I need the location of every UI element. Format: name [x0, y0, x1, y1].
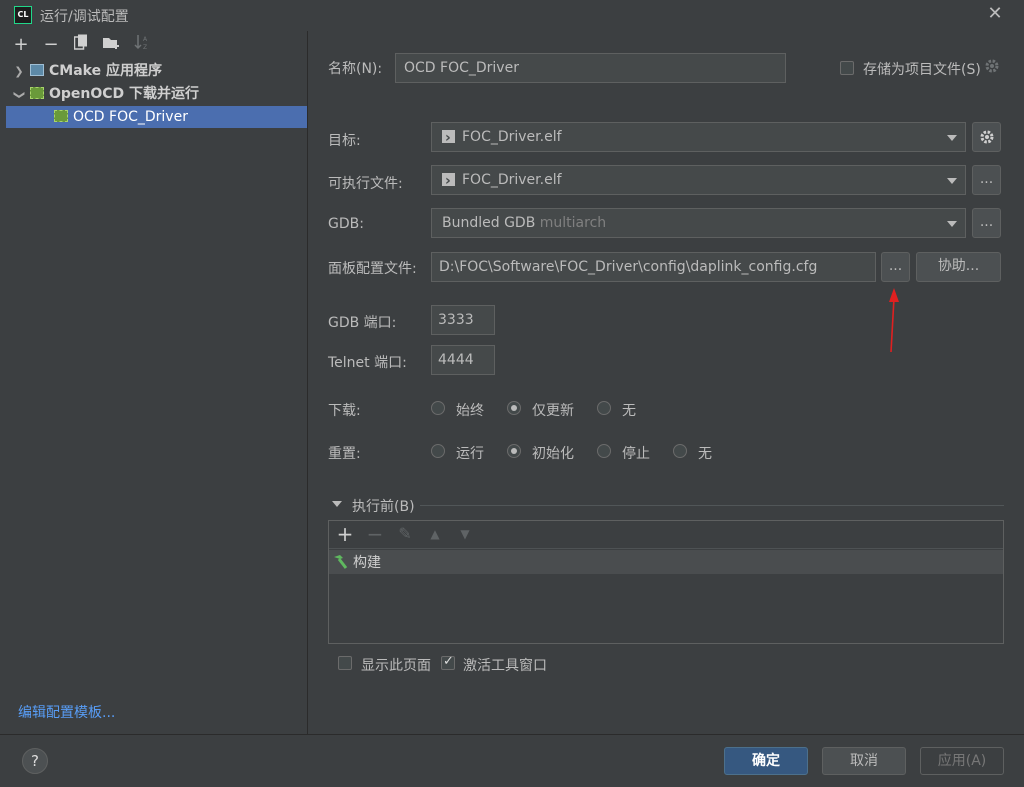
- move-up-icon[interactable]: ▲: [425, 524, 445, 544]
- reset-label: 重置:: [328, 446, 361, 462]
- cancel-button[interactable]: 取消: [822, 747, 906, 775]
- help-button[interactable]: ?: [22, 748, 48, 774]
- activate-tool-window-checkbox[interactable]: [441, 654, 455, 670]
- gdb-dropdown[interactable]: Bundled GDB multiarch: [431, 208, 966, 238]
- close-icon[interactable]: ✕: [986, 4, 1004, 24]
- name-label: 名称(N):: [328, 61, 383, 77]
- reset-init-label: 初始化: [532, 446, 574, 462]
- target-settings-button[interactable]: [972, 122, 1001, 152]
- move-down-icon[interactable]: ▼: [455, 524, 475, 544]
- chevron-down-icon: [947, 221, 957, 227]
- gear-icon[interactable]: [984, 58, 1000, 78]
- reset-none-radio[interactable]: [673, 444, 687, 458]
- name-input[interactable]: OCD FOC_Driver: [395, 53, 786, 83]
- board-config-label: 面板配置文件:: [328, 261, 417, 277]
- gear-icon: [980, 130, 993, 144]
- executable-browse-button[interactable]: ...: [972, 165, 1001, 195]
- red-arrow-annotation: [889, 288, 899, 353]
- gdb-label: GDB:: [328, 216, 364, 232]
- add-task-icon[interactable]: +: [335, 524, 355, 544]
- reset-halt-label: 停止: [622, 446, 650, 462]
- target-dropdown[interactable]: FOC_Driver.elf: [431, 122, 966, 152]
- reset-init-radio[interactable]: [507, 444, 521, 458]
- download-none-label: 无: [622, 403, 636, 419]
- reset-run-radio[interactable]: [431, 444, 445, 458]
- tree-item-openocd[interactable]: ❯ OpenOCD 下载并运行: [6, 83, 307, 105]
- bottom-divider: [0, 734, 1024, 735]
- edit-templates-link[interactable]: 编辑配置模板...: [18, 702, 115, 722]
- svg-text:A: A: [143, 36, 148, 43]
- title-bar: [0, 0, 1024, 30]
- telnet-port-input[interactable]: 4444: [431, 345, 495, 375]
- board-config-browse-button[interactable]: ...: [881, 252, 910, 282]
- folder-add-icon[interactable]: [101, 34, 123, 56]
- section-divider: [420, 505, 1004, 506]
- add-icon[interactable]: +: [10, 34, 32, 56]
- list-item-label: 构建: [353, 555, 381, 571]
- activate-tool-window-label: 激活工具窗口: [463, 658, 547, 674]
- tree-item-cmake[interactable]: ❯ CMake 应用程序: [6, 60, 307, 82]
- remove-task-icon[interactable]: −: [365, 524, 385, 544]
- download-label: 下载:: [328, 403, 361, 419]
- remove-icon[interactable]: −: [40, 34, 62, 56]
- sort-icon[interactable]: AZ: [131, 34, 153, 56]
- build-hammer-icon: [334, 555, 348, 569]
- collapse-arrow-icon[interactable]: [332, 501, 342, 507]
- config-tree-panel: [6, 31, 308, 734]
- download-always-radio[interactable]: [431, 401, 445, 415]
- download-update-only-label: 仅更新: [532, 403, 574, 419]
- reset-none-label: 无: [698, 446, 712, 462]
- board-config-input[interactable]: D:\FOC\Software\FOC_Driver\config\daplin…: [431, 252, 876, 282]
- copy-icon[interactable]: [70, 34, 92, 56]
- store-as-project-file-label: 存储为项目文件(S): [863, 62, 981, 78]
- show-page-label: 显示此页面: [361, 658, 431, 674]
- openocd-chip-icon: [54, 110, 68, 122]
- gdb-browse-button[interactable]: ...: [972, 208, 1001, 238]
- cmake-app-icon: [30, 64, 44, 76]
- before-launch-title[interactable]: 执行前(B): [352, 496, 415, 516]
- executable-label: 可执行文件:: [328, 176, 403, 192]
- chevron-down-icon[interactable]: ❯: [8, 88, 30, 102]
- tree-item-ocd-foc-driver[interactable]: OCD FOC_Driver: [6, 106, 307, 128]
- window-title: 运行/调试配置: [40, 9, 129, 25]
- store-as-project-file-checkbox[interactable]: [840, 61, 854, 75]
- chevron-right-icon[interactable]: ❯: [12, 61, 26, 83]
- chevron-down-icon: [947, 178, 957, 184]
- target-label: 目标:: [328, 133, 361, 149]
- clion-app-icon: CL: [14, 6, 32, 24]
- show-page-checkbox[interactable]: [338, 656, 352, 670]
- ok-button[interactable]: 确定: [724, 747, 808, 775]
- edit-pencil-icon[interactable]: ✎: [395, 524, 415, 544]
- download-update-only-radio[interactable]: [507, 401, 521, 415]
- telnet-port-label: Telnet 端口:: [328, 355, 407, 371]
- gdb-port-input[interactable]: 3333: [431, 305, 495, 335]
- chevron-down-icon: [947, 135, 957, 141]
- openocd-chip-icon: [30, 87, 44, 99]
- executable-icon: [442, 124, 455, 151]
- reset-run-label: 运行: [456, 446, 484, 462]
- list-item[interactable]: 构建: [329, 550, 1003, 574]
- reset-halt-radio[interactable]: [597, 444, 611, 458]
- gdb-port-label: GDB 端口:: [328, 315, 397, 331]
- download-always-label: 始终: [456, 403, 484, 419]
- svg-text:Z: Z: [143, 44, 147, 50]
- download-none-radio[interactable]: [597, 401, 611, 415]
- apply-button[interactable]: 应用(A): [920, 747, 1004, 775]
- executable-dropdown[interactable]: FOC_Driver.elf: [431, 165, 966, 195]
- assist-button[interactable]: 协助...: [916, 252, 1001, 282]
- panel-divider[interactable]: [307, 31, 308, 734]
- executable-icon: [442, 167, 455, 194]
